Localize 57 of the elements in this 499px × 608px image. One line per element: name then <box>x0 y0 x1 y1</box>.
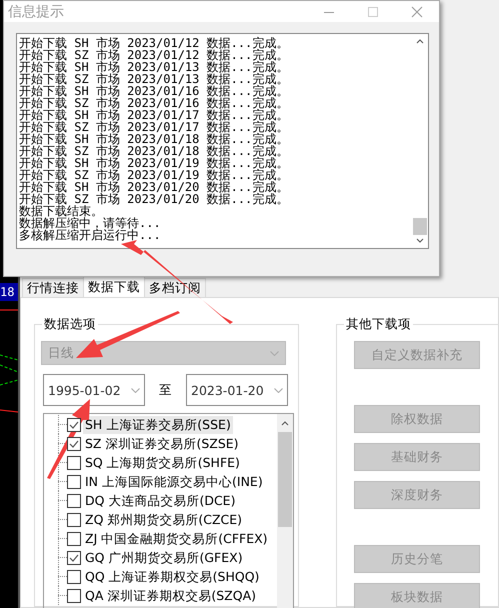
log-line: 开始下载 SZ 市场 2023/01/13 数据...完成。 <box>19 73 288 85</box>
tab[interactable]: 数据下载 <box>83 276 145 297</box>
checkbox[interactable] <box>67 474 81 488</box>
checkbox[interactable] <box>67 494 81 508</box>
log-line: 数据下载结束。 <box>19 205 103 217</box>
log-line: 开始下载 SH 市场 2023/01/12 数据...完成。 <box>19 37 288 49</box>
end-date-field[interactable]: 2023-01-20 <box>186 374 288 406</box>
market-item[interactable]: IN 上海国际能源交易中心(INE) <box>83 472 265 490</box>
start-date-field[interactable]: 1995-01-02 <box>43 374 145 406</box>
group-title: 其他下载项 <box>345 316 412 333</box>
checkbox[interactable] <box>67 418 81 432</box>
to-label: 至 <box>158 382 173 398</box>
market-item[interactable]: ZJ 中国金融期货交易所(CFFEX) <box>83 530 270 548</box>
log-line: 开始下载 SZ 市场 2023/01/20 数据...完成。 <box>19 193 288 205</box>
scroll-down-icon[interactable] <box>416 238 424 244</box>
market-item[interactable]: SZ 深圳证券交易所(SZSE) <box>83 434 241 452</box>
log-line: 开始下载 SZ 市场 2023/01/19 数据...完成。 <box>19 169 288 181</box>
tab[interactable]: 行情连接 <box>22 278 84 297</box>
market-item[interactable]: QA 深圳证券期权交易(SZQA) <box>83 586 258 604</box>
market-item[interactable]: SQ 上海期货交易所(SHFE) <box>83 454 242 472</box>
log-line: 开始下载 SZ 市场 2023/01/17 数据...完成。 <box>19 121 288 133</box>
checkbox[interactable] <box>67 570 81 584</box>
price-tag: 18 <box>0 283 18 301</box>
tab[interactable]: 多档订阅 <box>144 278 206 297</box>
checkbox[interactable] <box>67 532 81 546</box>
group-title: 数据选项 <box>43 316 97 333</box>
log-line: 开始下载 SZ 市场 2023/01/12 数据...完成。 <box>19 49 288 61</box>
checkbox[interactable] <box>67 588 81 602</box>
chevron-down-icon <box>270 350 279 356</box>
scroll-up-icon[interactable] <box>416 38 424 44</box>
scroll-up-icon[interactable] <box>281 420 289 426</box>
market-item[interactable]: DQ 大连商品交易所(DCE) <box>83 492 238 510</box>
checkbox[interactable] <box>67 436 81 450</box>
close-icon[interactable] <box>411 6 423 18</box>
market-item[interactable]: GQ 广州期货交易所(GFEX) <box>83 548 245 566</box>
log-line: 开始下载 SH 市场 2023/01/16 数据...完成。 <box>19 85 288 97</box>
log-line: 开始下载 SH 市场 2023/01/13 数据...完成。 <box>19 61 288 73</box>
market-item[interactable]: SH 上海证券交易所(SSE) <box>83 416 233 434</box>
window-title: 信息提示 <box>8 2 65 20</box>
scrollbar-thumb[interactable] <box>278 432 292 527</box>
checkbox[interactable] <box>67 456 81 470</box>
log-line: 开始下载 SH 市场 2023/01/19 数据...完成。 <box>19 157 288 169</box>
log-line: 多核解压缩开启运行中... <box>19 229 161 241</box>
checkbox[interactable] <box>67 550 81 564</box>
chevron-down-icon <box>131 388 140 392</box>
log-line: 开始下载 SZ 市场 2023/01/16 数据...完成。 <box>19 97 288 109</box>
log-line: 开始下载 SH 市场 2023/01/20 数据...完成。 <box>19 181 288 193</box>
checkbox[interactable] <box>67 512 81 526</box>
log-line: 开始下载 SH 市场 2023/01/18 数据...完成。 <box>19 133 288 145</box>
market-item[interactable]: QQ 上海证券期权交易(SHQQ) <box>83 568 262 586</box>
log-line: 开始下载 SZ 市场 2023/01/18 数据...完成。 <box>19 145 288 157</box>
chevron-down-icon <box>274 388 283 392</box>
log-box[interactable] <box>16 33 429 249</box>
log-line: 数据解压缩中，请等待... <box>19 217 161 229</box>
scrollbar-thumb[interactable] <box>413 218 427 235</box>
market-item[interactable]: ZQ 郑州期货交易所(CZCE) <box>83 510 244 528</box>
log-line: 开始下载 SH 市场 2023/01/17 数据...完成。 <box>19 109 288 121</box>
